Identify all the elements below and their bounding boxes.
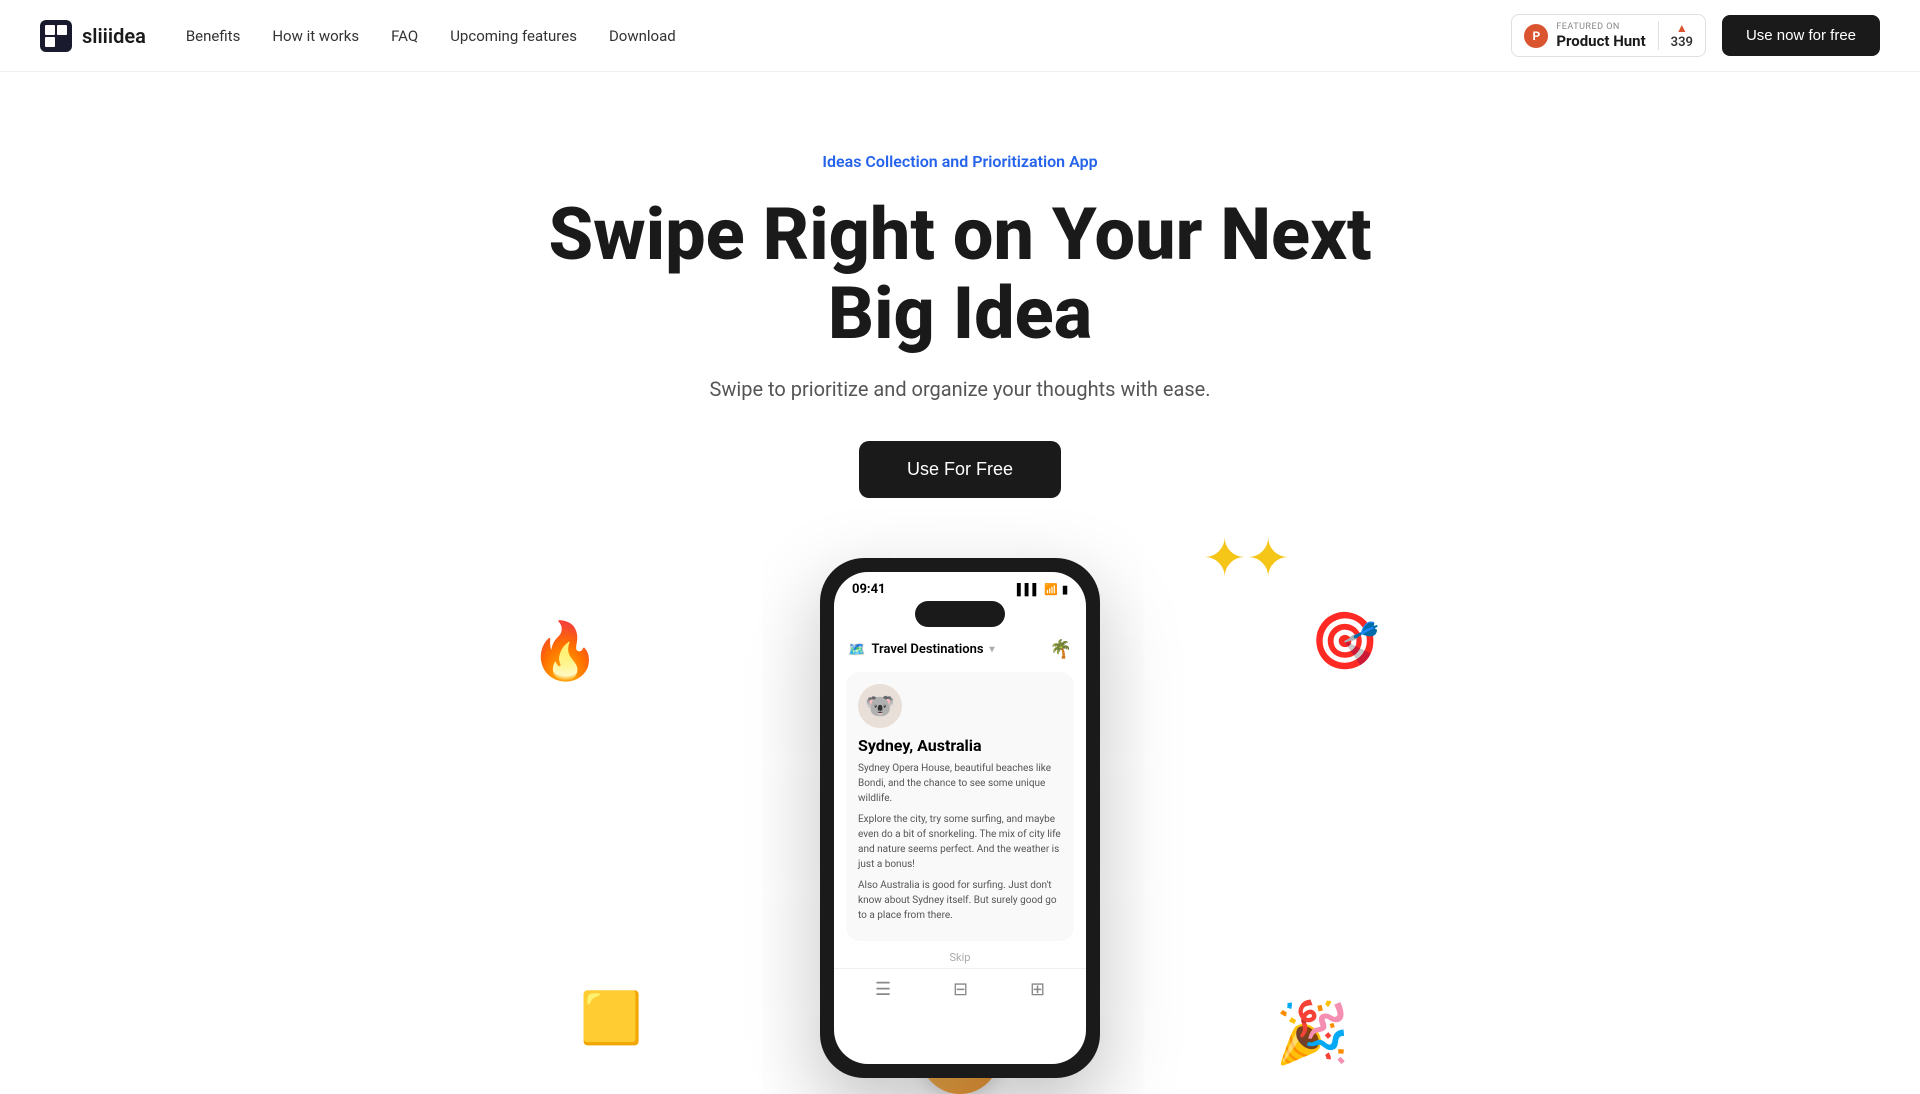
- phone-notch: [915, 601, 1005, 627]
- nav-right: P FEATURED ON Product Hunt ▲ 339 Use now…: [1511, 14, 1880, 57]
- hero-title: Swipe Right on Your Next Big Idea: [510, 195, 1410, 353]
- use-now-button[interactable]: Use now for free: [1722, 15, 1880, 56]
- battery-icon: ▮: [1062, 583, 1068, 596]
- nav-link-upcoming-features[interactable]: Upcoming features: [450, 27, 577, 45]
- phone-status-bar: 09:41 ▌▌▌ 📶 ▮: [834, 572, 1086, 601]
- hero-section: Ideas Collection and Prioritization App …: [0, 72, 1920, 1078]
- target-emoji: 🎯: [1310, 608, 1380, 674]
- hero-tag: Ideas Collection and Prioritization App: [822, 152, 1097, 171]
- product-hunt-arrow: ▲: [1676, 21, 1688, 35]
- phone-card: 🐨 Sydney, Australia Sydney Opera House, …: [846, 672, 1074, 941]
- logo-name: sliiidea: [82, 24, 146, 48]
- phone-list-title: 🗺️ Travel Destinations ▾: [848, 642, 995, 658]
- card-text-1: Sydney Opera House, beautiful beaches li…: [858, 761, 1062, 806]
- nav-add-icon[interactable]: ⊞: [1030, 979, 1045, 1000]
- card-text-2: Explore the city, try some surfing, and …: [858, 812, 1062, 872]
- signal-icon: ▌▌▌: [1017, 583, 1040, 596]
- chevron-icon: ▾: [990, 644, 995, 655]
- logo-icon: [40, 20, 72, 52]
- phone-list-title-text: Travel Destinations: [871, 642, 983, 657]
- product-hunt-badge[interactable]: P FEATURED ON Product Hunt ▲ 339: [1511, 14, 1706, 57]
- nav-left: sliiidea Benefits How it works FAQ Upcom…: [40, 20, 676, 52]
- card-avatar: 🐨: [858, 684, 902, 728]
- product-hunt-score: ▲ 339: [1658, 21, 1693, 50]
- wifi-icon: 📶: [1044, 583, 1058, 596]
- navbar: sliiidea Benefits How it works FAQ Upcom…: [0, 0, 1920, 72]
- card-text-3: Also Australia is good for surfing. Just…: [858, 878, 1062, 923]
- phone-bottom-nav: ☰ ⊟ ⊞: [834, 968, 1086, 1010]
- list-icon: 🗺️: [848, 642, 865, 658]
- product-hunt-count: 339: [1671, 35, 1693, 50]
- card-title: Sydney, Australia: [858, 736, 1062, 755]
- product-hunt-name: Product Hunt: [1556, 32, 1645, 50]
- party-emoji: 🎉: [1275, 997, 1350, 1068]
- nav-link-download[interactable]: Download: [609, 27, 676, 45]
- nav-link-how-it-works[interactable]: How it works: [272, 27, 359, 45]
- fire-emoji: 🔥: [530, 618, 600, 684]
- hero-subtitle: Swipe to prioritize and organize your th…: [709, 377, 1210, 401]
- nav-link-faq[interactable]: FAQ: [391, 27, 418, 45]
- use-for-free-button[interactable]: Use For Free: [859, 441, 1061, 498]
- logo[interactable]: sliiidea: [40, 20, 146, 52]
- phone-time: 09:41: [852, 582, 886, 597]
- nav-links: Benefits How it works FAQ Upcoming featu…: [186, 27, 676, 45]
- product-hunt-text: FEATURED ON Product Hunt: [1556, 22, 1645, 50]
- phone-screen: 09:41 ▌▌▌ 📶 ▮ 🗺️ Travel Destinations ▾: [834, 572, 1086, 1064]
- phone-app-header: 🗺️ Travel Destinations ▾ 🌴: [834, 633, 1086, 666]
- product-hunt-icon: P: [1524, 24, 1548, 48]
- phone-status-icons: ▌▌▌ 📶 ▮: [1017, 583, 1068, 596]
- phone-menu-icon: 🌴: [1050, 639, 1072, 660]
- skip-label[interactable]: Skip: [834, 947, 1086, 968]
- nav-link-benefits[interactable]: Benefits: [186, 27, 241, 45]
- nav-cards-icon[interactable]: ⊟: [953, 979, 968, 1000]
- product-hunt-featured-label: FEATURED ON: [1556, 22, 1645, 32]
- sticky-note-emoji: 🟨: [580, 990, 642, 1048]
- sparkles-emoji: ✦✦: [1203, 528, 1290, 589]
- phone-area: ✦✦ 🔥 🎯 🎉 🟨 09:41 ▌▌▌ 📶 ▮: [510, 558, 1410, 1078]
- phone-mockup: 09:41 ▌▌▌ 📶 ▮ 🗺️ Travel Destinations ▾: [820, 558, 1100, 1078]
- nav-list-icon[interactable]: ☰: [875, 979, 891, 1000]
